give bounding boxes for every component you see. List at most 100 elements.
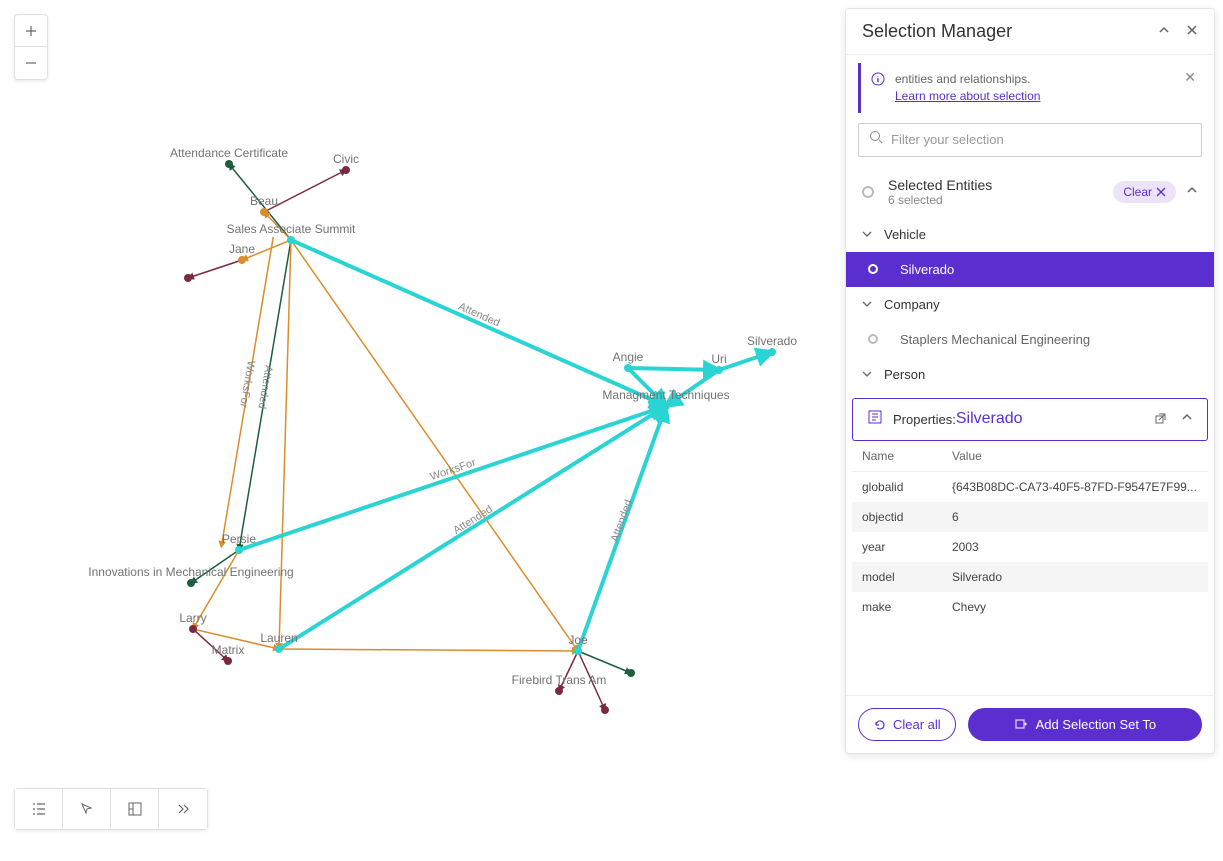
clear-selection-button[interactable]: Clear	[1113, 181, 1176, 203]
properties-icon	[867, 409, 883, 430]
layout-icon	[128, 802, 142, 816]
node-label[interactable]: Joe	[568, 633, 587, 647]
type-person-label: Person	[884, 367, 925, 382]
node-label[interactable]: Managment Techniques	[602, 388, 729, 402]
selected-entities-title: Selected Entities	[888, 177, 1113, 193]
entity-bullet-icon	[868, 264, 878, 274]
bottom-toolbar	[14, 788, 208, 830]
entity-silverado[interactable]: Silverado	[846, 252, 1214, 287]
info-icon	[871, 72, 885, 91]
clear-all-button[interactable]: Clear all	[858, 708, 956, 741]
popout-icon	[1155, 410, 1169, 424]
type-person[interactable]: Person	[846, 357, 1214, 392]
panel-header: Selection Manager	[846, 9, 1214, 55]
entity-silverado-label: Silverado	[900, 262, 954, 277]
chevron-down-icon	[862, 367, 872, 382]
reset-icon	[873, 718, 887, 732]
node-label[interactable]: Lauren	[260, 631, 297, 645]
property-name: model	[862, 570, 952, 584]
chevron-up-icon	[1158, 24, 1170, 36]
node-label[interactable]: Angie	[613, 350, 644, 364]
more-tools-button[interactable]	[159, 789, 207, 829]
select-tool-button[interactable]	[63, 789, 111, 829]
collapse-section-button[interactable]	[1186, 183, 1198, 201]
chevron-down-icon	[862, 227, 872, 242]
node-label[interactable]: Larry	[179, 611, 206, 625]
add-selection-button[interactable]: Add Selection Set To	[968, 708, 1202, 741]
entity-bullet-icon	[862, 186, 874, 198]
property-value: 2003	[952, 540, 1198, 554]
type-vehicle[interactable]: Vehicle	[846, 217, 1214, 252]
node-label[interactable]: Jane	[229, 242, 255, 256]
zoom-controls	[14, 14, 48, 80]
chevron-right-double-icon	[176, 802, 190, 816]
node-label[interactable]: Firebird Trans Am	[512, 673, 607, 687]
zoom-out-button[interactable]	[15, 47, 47, 79]
popout-button[interactable]	[1155, 410, 1169, 429]
collapse-panel-button[interactable]	[1158, 23, 1170, 41]
chevron-up-icon	[1181, 411, 1193, 423]
property-row: modelSilverado	[852, 562, 1208, 592]
close-icon	[1156, 187, 1166, 197]
cursor-icon	[80, 802, 94, 816]
property-value: 6	[952, 510, 1198, 524]
plus-icon	[25, 25, 37, 37]
props-name-header: Name	[862, 449, 952, 463]
add-layer-icon	[1014, 718, 1028, 732]
panel-title: Selection Manager	[862, 21, 1012, 42]
node-label[interactable]: Civic	[333, 152, 359, 166]
entity-staplers-label: Staplers Mechanical Engineering	[900, 332, 1090, 347]
type-company[interactable]: Company	[846, 287, 1214, 322]
banner-text: entities and relationships.	[895, 72, 1030, 86]
node-label[interactable]: Beau	[250, 194, 278, 208]
property-value: Silverado	[952, 570, 1198, 584]
entity-bullet-icon	[868, 334, 878, 344]
property-row: year2003	[852, 532, 1208, 562]
close-icon	[1186, 24, 1198, 36]
property-name: objectid	[862, 510, 952, 524]
info-banner: entities and relationships. Learn more a…	[858, 63, 1202, 113]
search-icon	[869, 130, 883, 149]
panel-footer: Clear all Add Selection Set To	[846, 695, 1214, 753]
legend-button[interactable]	[15, 789, 63, 829]
selected-entities-count: 6 selected	[888, 193, 1113, 207]
selected-entities-header: Selected Entities 6 selected Clear	[846, 167, 1214, 217]
property-name: make	[862, 600, 952, 614]
node-label[interactable]: Persie	[222, 532, 256, 546]
search-input[interactable]	[891, 132, 1191, 147]
property-value: Chevy	[952, 600, 1198, 614]
collapse-properties-button[interactable]	[1181, 410, 1193, 429]
property-row: globalid{643B08DC-CA73-40F5-87FD-F9547E7…	[852, 472, 1208, 502]
zoom-in-button[interactable]	[15, 15, 47, 47]
properties-label: Properties:	[893, 412, 956, 427]
properties-header: Properties: Silverado	[852, 398, 1208, 441]
property-row: makeChevy	[852, 592, 1208, 622]
node-label[interactable]: Silverado	[747, 334, 797, 348]
node-label[interactable]: Sales Associate Summit	[227, 222, 356, 236]
node-label[interactable]: Matrix	[212, 643, 245, 657]
properties-entity-name: Silverado	[956, 410, 1023, 428]
property-row: objectid6	[852, 502, 1208, 532]
minus-icon	[25, 57, 37, 69]
list-icon	[31, 801, 47, 817]
chevron-up-icon	[1186, 184, 1198, 196]
chevron-down-icon	[862, 297, 872, 312]
props-value-header: Value	[952, 449, 1198, 463]
add-selection-label: Add Selection Set To	[1036, 717, 1156, 732]
close-panel-button[interactable]	[1186, 23, 1198, 41]
node-label[interactable]: Attendance Certificate	[170, 146, 288, 160]
banner-close-button[interactable]: ✕	[1184, 69, 1196, 86]
property-name: year	[862, 540, 952, 554]
graph-svg	[0, 0, 845, 856]
selection-manager-panel: Selection Manager entities and relations…	[845, 8, 1215, 754]
graph-canvas[interactable]: AttendedAttendedWorksForWorksForAttended…	[0, 0, 845, 856]
node-label[interactable]: Innovations in Mechanical Engineering	[88, 565, 293, 579]
property-value: {643B08DC-CA73-40F5-87FD-F9547E7F99...	[952, 480, 1198, 494]
type-company-label: Company	[884, 297, 940, 312]
entity-staplers[interactable]: Staplers Mechanical Engineering	[846, 322, 1214, 357]
search-field[interactable]	[858, 123, 1202, 157]
property-name: globalid	[862, 480, 952, 494]
layout-button[interactable]	[111, 789, 159, 829]
learn-more-link[interactable]: Learn more about selection	[895, 89, 1040, 103]
node-label[interactable]: Uri	[711, 352, 726, 366]
